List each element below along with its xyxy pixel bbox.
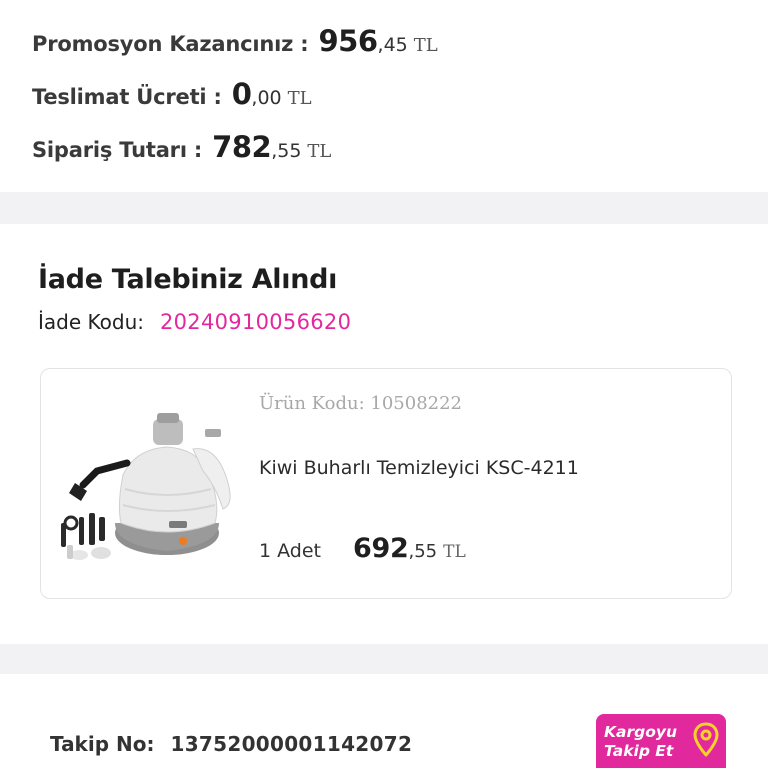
product-price-int: 692 <box>353 533 409 564</box>
product-name[interactable]: Kiwi Buharlı Temizleyici KSC-4211 <box>259 457 579 479</box>
promotion-amount-dec: ,45 <box>377 34 408 56</box>
order-total-dec: ,55 <box>271 140 302 162</box>
location-pin-icon <box>693 722 719 757</box>
return-code-row: İade Kodu: 20240910056620 <box>38 310 351 334</box>
delivery-fee-int: 0 <box>231 77 252 111</box>
return-code-value: 20240910056620 <box>159 310 352 334</box>
product-quantity: 1 Adet <box>259 540 321 562</box>
delivery-fee-currency: TL <box>287 88 312 109</box>
tracking-row: Takip No: 13752000001142072 <box>50 732 412 756</box>
delivery-fee-dec: ,00 <box>251 87 282 109</box>
return-code-label: İade Kodu: <box>38 310 144 334</box>
track-cargo-button-label: Kargoyu Takip Et <box>604 723 677 761</box>
return-request-card: İade Talebiniz Alındı İade Kodu: 2024091… <box>0 224 768 644</box>
order-total-row: Sipariş Tutarı : 782 ,55 TL <box>32 130 331 164</box>
order-summary-card: Promosyon Kazancınız : 956 ,45 TL Teslim… <box>0 0 768 192</box>
product-code: Ürün Kodu: 10508222 <box>259 393 463 414</box>
tracking-number: 13752000001142072 <box>170 732 413 756</box>
order-total-currency: TL <box>307 141 332 162</box>
delivery-fee-label: Teslimat Ücreti : <box>32 85 222 109</box>
product-price-dec: ,55 <box>408 541 438 562</box>
track-cargo-line2: Takip Et <box>604 742 674 760</box>
order-total-label: Sipariş Tutarı : <box>32 138 203 162</box>
return-title: İade Talebiniz Alındı <box>38 264 338 295</box>
steam-cleaner-image <box>61 413 231 560</box>
promotion-label: Promosyon Kazancınız : <box>32 32 309 56</box>
track-cargo-button[interactable]: Kargoyu Takip Et <box>596 714 726 768</box>
product-price-row: 1 Adet 692 ,55 TL <box>259 533 466 564</box>
tracking-card: Takip No: 13752000001142072 Kargoyu Taki… <box>0 674 768 768</box>
delivery-fee-row: Teslimat Ücreti : 0 ,00 TL <box>32 77 312 111</box>
tracking-label: Takip No: <box>50 732 155 756</box>
promotion-row: Promosyon Kazancınız : 956 ,45 TL <box>32 24 438 58</box>
product-item[interactable]: Ürün Kodu: 10508222 Kiwi Buharlı Temizle… <box>40 368 732 599</box>
promotion-currency: TL <box>413 35 438 56</box>
promotion-amount-int: 956 <box>318 24 378 58</box>
product-currency: TL <box>443 542 466 562</box>
order-total-int: 782 <box>212 130 272 164</box>
track-cargo-line1: Kargoyu <box>604 723 677 741</box>
